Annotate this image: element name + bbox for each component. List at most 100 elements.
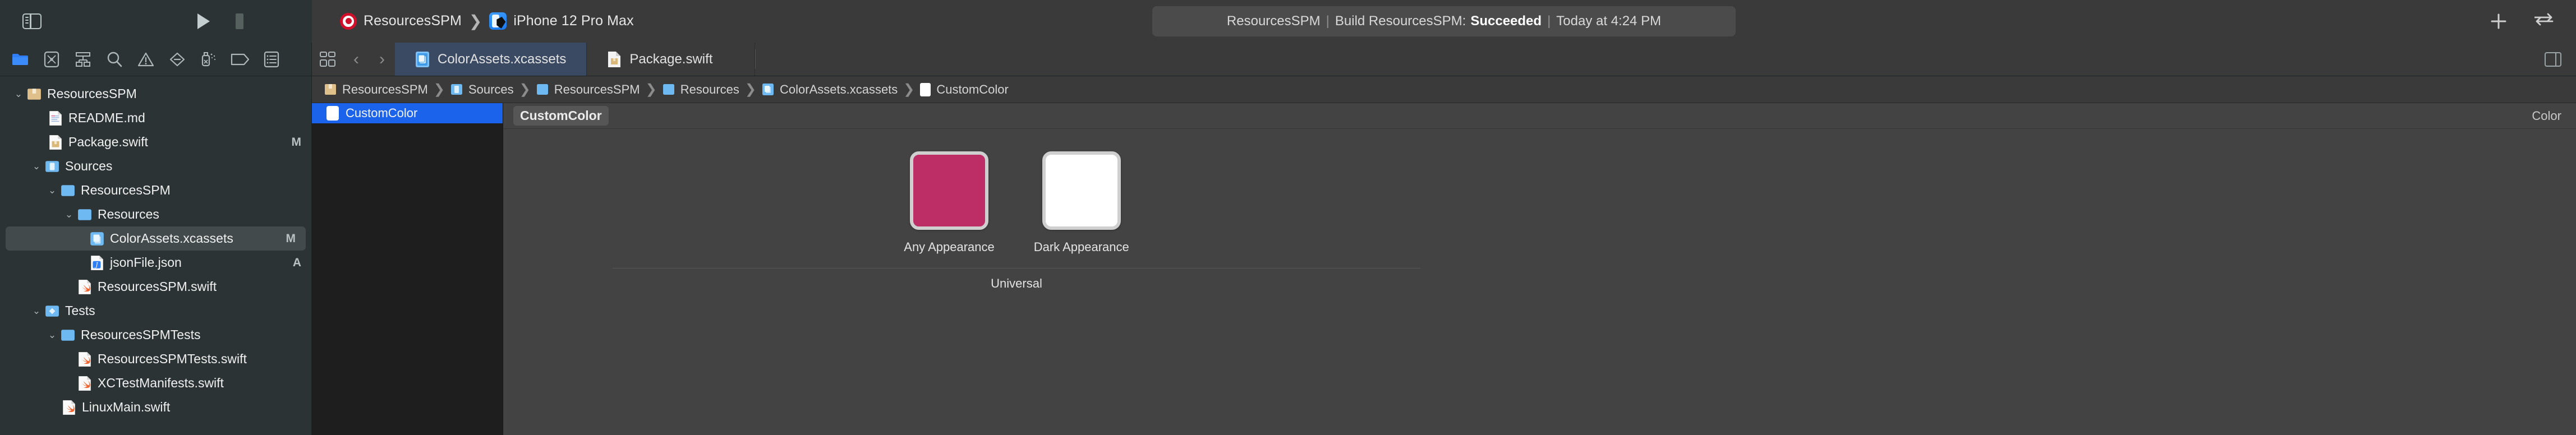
status-badge: M (286, 232, 296, 245)
tree-label: Resources (98, 207, 159, 221)
source-control-navigator-icon-button[interactable] (36, 47, 67, 72)
breadcrumb-item-1[interactable]: Sources (450, 82, 514, 97)
disclosure-triangle-icon[interactable]: ⌄ (28, 161, 45, 172)
breadcrumb-item-0[interactable]: ResourcesSPM (324, 82, 428, 97)
tab-package-swift[interactable]: Package.swift (587, 43, 756, 76)
folder-icon (663, 84, 674, 95)
debug-navigator-icon-button[interactable] (193, 47, 224, 72)
project-navigator[interactable]: ⌄ ResourcesSPM README.md Package.swift M… (0, 76, 312, 435)
navigate-back-button[interactable]: ‹ (343, 43, 369, 76)
tree-row[interactable]: ⌄ Resources (0, 202, 311, 226)
activity-status-bar[interactable]: ResourcesSPM | Build ResourcesSPM: Succe… (1152, 6, 1736, 36)
tree-row[interactable]: ⌄ ResourcesSPM (0, 82, 311, 106)
tree-row[interactable]: J jsonFile.json A (0, 251, 311, 275)
project-navigator-icon-button[interactable] (4, 47, 36, 72)
symbol-navigator-icon (76, 52, 90, 67)
tab-grid-button[interactable] (312, 43, 343, 76)
device-class-label: Universal (991, 276, 1042, 290)
swift-file-icon (63, 400, 75, 415)
report-navigator-icon-button[interactable] (256, 47, 287, 72)
tree-label: ResourcesSPM (81, 183, 171, 197)
tree-row[interactable]: LinuxMain.swift (0, 395, 311, 419)
breadcrumb-item-3[interactable]: Resources (663, 82, 739, 97)
find-navigator-icon (107, 52, 122, 67)
breadcrumb-item-5[interactable]: CustomColor (920, 82, 1009, 97)
breadcrumb-separator: ❯ (519, 82, 531, 97)
disclosure-triangle-icon[interactable]: ⌄ (44, 185, 61, 196)
editor-options-button[interactable] (2545, 43, 2561, 76)
asset-editor: CustomColor Color Any Appearance Dark Ap… (503, 103, 2576, 435)
tree-label: ResourcesSPM (47, 86, 137, 101)
folder-icon (61, 184, 75, 196)
disclosure-triangle-icon[interactable]: ⌄ (61, 209, 77, 220)
navigate-forward-button[interactable]: › (369, 43, 395, 76)
tree-row-colorassets-xcassets[interactable]: ColorAssets.xcassets M (6, 226, 306, 251)
status-separator-1: | (1326, 13, 1330, 29)
asset-editor-header: CustomColor Color (503, 103, 2576, 129)
tree-row[interactable]: ⌄ ResourcesSPMTests (0, 323, 311, 347)
disclosure-triangle-icon[interactable]: ⌄ (44, 330, 61, 341)
appearance-swatch-row: Any Appearance Dark Appearance (904, 151, 1129, 254)
tree-label: Sources (65, 159, 113, 173)
swap-editors-button[interactable] (2534, 9, 2557, 34)
tree-row[interactable]: ResourcesSPM.swift (0, 275, 311, 299)
debug-navigator-icon (201, 52, 216, 66)
breadcrumb-separator: ❯ (744, 82, 756, 97)
tree-label: Package.swift (68, 135, 148, 149)
breadcrumb-item-4[interactable]: ColorAssets.xcassets (762, 82, 898, 97)
tree-label: ResourcesSPM.swift (98, 279, 217, 294)
asset-list-item-customcolor[interactable]: CustomColor (312, 103, 503, 123)
tree-row[interactable]: ⌄ ResourcesSPM (0, 178, 311, 202)
folder-icon (536, 84, 548, 95)
source-control-navigator-icon (44, 51, 59, 67)
asset-label: CustomColor (346, 106, 418, 120)
breadcrumb-label: CustomColor (936, 82, 1009, 96)
asset-catalog-list[interactable]: CustomColor (312, 103, 503, 435)
breadcrumb-label: Resources (680, 82, 739, 96)
stop-icon (236, 13, 243, 29)
breadcrumb-separator: ❯ (903, 82, 915, 97)
xcassets-icon (762, 84, 774, 95)
tab-colorassets-xcassets[interactable]: ColorAssets.xcassets (395, 43, 587, 76)
color-swatch-icon (920, 82, 931, 96)
symbol-navigator-icon-button[interactable] (67, 47, 99, 72)
tree-row[interactable]: ⌄ Tests (0, 299, 311, 323)
tree-row[interactable]: Package.swift M (0, 130, 311, 154)
disclosure-triangle-icon[interactable]: ⌄ (10, 89, 27, 100)
color-well-any-appearance[interactable] (910, 151, 988, 230)
find-navigator-icon-button[interactable] (99, 47, 130, 72)
stop-button[interactable] (224, 9, 255, 34)
xcassets-icon (90, 232, 104, 246)
tree-row[interactable]: README.md (0, 106, 311, 130)
toolbar-actions (2487, 0, 2557, 43)
readme-icon (49, 110, 62, 126)
tree-row[interactable]: ResourcesSPMTests.swift (0, 347, 311, 371)
appearance-label: Any Appearance (904, 240, 995, 254)
scheme-separator-icon: ❯ (468, 12, 482, 30)
breadcrumb-item-2[interactable]: ResourcesSPM (536, 82, 640, 97)
run-button[interactable] (188, 9, 219, 34)
tree-row[interactable]: XCTestManifests.swift (0, 371, 311, 395)
add-button[interactable] (2487, 9, 2510, 34)
play-icon (197, 13, 210, 29)
toggle-navigator-button[interactable] (16, 9, 48, 34)
scheme-selector[interactable]: ResourcesSPM ❯ iPhone 12 Pro Max (334, 8, 640, 35)
color-well-dark-appearance[interactable] (1042, 151, 1121, 230)
tree-label: ColorAssets.xcassets (110, 231, 233, 246)
status-badge: A (292, 256, 301, 269)
test-navigator-icon-button[interactable] (162, 47, 193, 72)
package-icon (27, 88, 41, 100)
page-title: CustomColor (513, 106, 609, 126)
issue-navigator-icon-button[interactable] (130, 47, 162, 72)
tree-row[interactable]: ⌄ Sources (0, 154, 311, 178)
disclosure-triangle-icon[interactable]: ⌄ (28, 306, 45, 317)
asset-type-label: Color (2532, 108, 2561, 123)
status-project: ResourcesSPM (1226, 13, 1321, 29)
swap-arrows-icon (2534, 13, 2554, 25)
tab-label: ColorAssets.xcassets (438, 51, 567, 67)
status-separator-2: | (1547, 13, 1551, 29)
status-result: Succeeded (1470, 13, 1542, 29)
breakpoint-navigator-icon-button[interactable] (224, 47, 256, 72)
simulator-icon (489, 12, 507, 30)
toolbar-right-section: ResourcesSPM ❯ iPhone 12 Pro Max Resourc… (312, 0, 2576, 43)
